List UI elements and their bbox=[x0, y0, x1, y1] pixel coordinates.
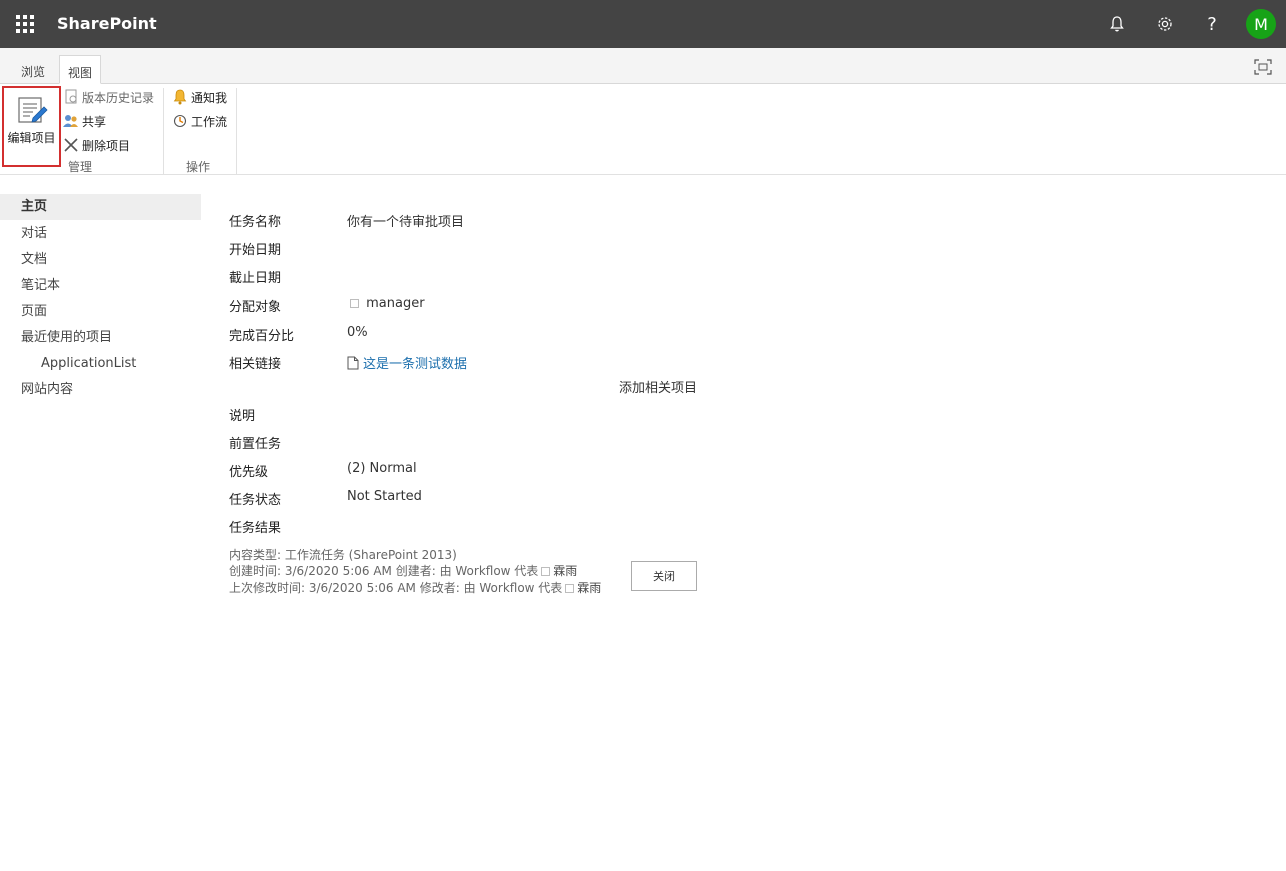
field-label-priority: 优先级 bbox=[229, 465, 269, 480]
manage-group-label: 管理 bbox=[68, 160, 93, 174]
content-type-info: 内容类型: 工作流任务 (SharePoint 2013) bbox=[229, 548, 457, 562]
workflows-button[interactable]: 工作流 bbox=[171, 111, 227, 131]
modified-info: 上次修改时间: 3/6/2020 5:06 AM 修改者: 由 Workflow… bbox=[229, 579, 601, 596]
nav-item-documents[interactable]: 文档 bbox=[0, 247, 201, 273]
people-icon bbox=[62, 113, 80, 129]
field-label-description: 说明 bbox=[229, 409, 256, 424]
field-value-assigned-to: manager bbox=[347, 296, 425, 311]
workflows-label: 工作流 bbox=[191, 114, 228, 129]
ribbon-separator bbox=[163, 88, 164, 174]
ribbon: 编辑项目 版本历史记录 共享 删除项目 管理 通知我 工作流 操作 bbox=[0, 84, 1286, 175]
edit-item-label: 编辑项目 bbox=[7, 131, 56, 145]
help-icon[interactable]: ? bbox=[1200, 12, 1224, 36]
modified-by-user-link[interactable]: 霖雨 bbox=[577, 581, 601, 595]
field-label-task-status: 任务状态 bbox=[229, 493, 282, 508]
ribbon-separator bbox=[236, 88, 237, 174]
focus-content-icon[interactable] bbox=[1254, 59, 1272, 75]
avatar[interactable]: M bbox=[1246, 9, 1276, 39]
gear-icon[interactable] bbox=[1153, 12, 1177, 36]
assigned-user-link[interactable]: manager bbox=[366, 296, 424, 311]
presence-indicator-icon bbox=[541, 567, 551, 576]
nav-item-recent[interactable]: 最近使用的项目 bbox=[0, 325, 201, 351]
presence-indicator-icon bbox=[565, 584, 575, 593]
suite-bar: SharePoint ? M bbox=[0, 0, 1286, 48]
field-label-title: 任务名称 bbox=[229, 215, 282, 230]
workflow-icon bbox=[171, 113, 189, 129]
field-label-predecessors: 前置任务 bbox=[229, 437, 282, 452]
edit-item-button[interactable]: 编辑项目 bbox=[2, 86, 61, 167]
add-related-item-link[interactable]: 添加相关项目 bbox=[619, 377, 697, 396]
brand-title[interactable]: SharePoint bbox=[57, 14, 157, 33]
delete-x-icon bbox=[62, 137, 80, 153]
version-history-icon bbox=[62, 89, 80, 105]
field-value-related-links: 这是一条测试数据 bbox=[347, 353, 467, 372]
nav-item-applicationlist[interactable]: ApplicationList bbox=[0, 351, 201, 377]
field-value-title: 你有一个待审批项目 bbox=[347, 215, 465, 230]
nav-item-notebook[interactable]: 笔记本 bbox=[0, 273, 201, 299]
bell-alert-icon bbox=[171, 89, 189, 105]
nav-item-conversations[interactable]: 对话 bbox=[0, 221, 201, 247]
created-text: 创建时间: 3/6/2020 5:06 AM 创建者: 由 Workflow 代… bbox=[229, 564, 539, 578]
related-item-link[interactable]: 这是一条测试数据 bbox=[363, 357, 467, 372]
delete-item-button[interactable]: 删除项目 bbox=[62, 135, 130, 155]
nav-item-home[interactable]: 主页 bbox=[0, 194, 201, 220]
field-label-percent-complete: 完成百分比 bbox=[229, 329, 295, 344]
actions-group-label: 操作 bbox=[186, 160, 211, 174]
field-label-related-links: 相关链接 bbox=[229, 357, 282, 372]
presence-indicator-icon bbox=[350, 299, 359, 308]
document-icon bbox=[347, 356, 359, 370]
delete-item-label: 删除项目 bbox=[82, 138, 131, 153]
field-value-task-status: Not Started bbox=[347, 489, 422, 504]
field-value-percent-complete: 0% bbox=[347, 325, 368, 340]
modified-text: 上次修改时间: 3/6/2020 5:06 AM 修改者: 由 Workflow… bbox=[229, 581, 563, 595]
field-label-assigned-to: 分配对象 bbox=[229, 300, 282, 315]
alert-me-button[interactable]: 通知我 bbox=[171, 87, 227, 107]
field-label-task-outcome: 任务结果 bbox=[229, 521, 282, 536]
ribbon-tab-row: 浏览 视图 bbox=[0, 48, 1286, 84]
field-value-priority: (2) Normal bbox=[347, 461, 417, 476]
alert-me-label: 通知我 bbox=[191, 90, 228, 105]
close-button[interactable]: 关闭 bbox=[631, 561, 697, 591]
field-label-due-date: 截止日期 bbox=[229, 271, 282, 286]
tab-browse[interactable]: 浏览 bbox=[13, 55, 53, 84]
edit-document-icon bbox=[18, 97, 48, 123]
created-info: 创建时间: 3/6/2020 5:06 AM 创建者: 由 Workflow 代… bbox=[229, 562, 577, 579]
created-by-user-link[interactable]: 霖雨 bbox=[553, 564, 577, 578]
share-label: 共享 bbox=[82, 114, 107, 129]
version-history-label: 版本历史记录 bbox=[82, 90, 155, 105]
version-history-button[interactable]: 版本历史记录 bbox=[62, 87, 154, 107]
tab-view[interactable]: 视图 bbox=[59, 55, 102, 84]
share-button[interactable]: 共享 bbox=[62, 111, 106, 131]
app-launcher-icon[interactable] bbox=[14, 13, 36, 35]
field-label-start-date: 开始日期 bbox=[229, 243, 282, 258]
nav-item-site-contents[interactable]: 网站内容 bbox=[0, 377, 201, 403]
nav-item-pages[interactable]: 页面 bbox=[0, 299, 201, 325]
bell-icon[interactable] bbox=[1105, 12, 1129, 36]
